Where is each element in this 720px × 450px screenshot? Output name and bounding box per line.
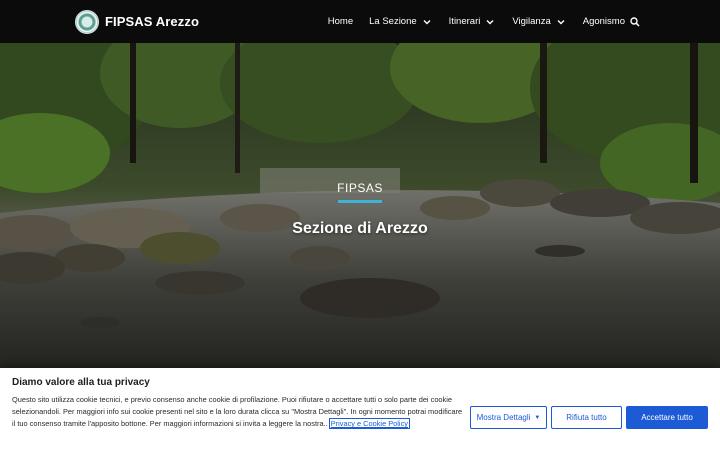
hero-banner: FIPSAS Sezione di Arezzo [0, 43, 720, 370]
nav-item-la-sezione[interactable]: La Sezione [369, 16, 433, 28]
accept-all-label[interactable]: Accettare tutto [641, 413, 693, 422]
chevron-down-icon[interactable] [484, 16, 496, 28]
hero-accent-line [338, 200, 382, 203]
brand[interactable]: FIPSAS Arezzo [75, 9, 199, 34]
accept-all-button[interactable]: Accettare tutto [626, 406, 708, 429]
refuse-all-label[interactable]: Rifiuta tutto [566, 413, 606, 422]
nav-item-agonismo[interactable]: Agonismo [583, 16, 625, 27]
chevron-down-icon[interactable] [421, 16, 433, 28]
hero-title: Sezione di Arezzo [292, 220, 428, 237]
cookie-description: Questo sito utilizza cookie tecnici, e p… [12, 394, 467, 431]
nav-label[interactable]: Home [328, 16, 353, 27]
show-details-label[interactable]: Mostra Dettagli [477, 413, 531, 422]
nav-item-vigilanza[interactable]: Vigilanza [512, 16, 566, 28]
nav-label[interactable]: Itinerari [449, 16, 481, 27]
nav-label[interactable]: Vigilanza [512, 16, 550, 27]
hero-overlay [0, 43, 720, 370]
hero-kicker: FIPSAS [337, 181, 383, 195]
site-header: FIPSAS Arezzo Home La Sezione Itinerari … [0, 0, 720, 43]
nav-label[interactable]: La Sezione [369, 16, 417, 27]
search-icon[interactable] [630, 16, 640, 27]
caret-down-icon[interactable]: ▼ [534, 415, 540, 421]
cookie-title: Diamo valore alla tua privacy [12, 377, 150, 388]
cookie-banner: Diamo valore alla tua privacy Questo sit… [0, 368, 720, 450]
refuse-all-button[interactable]: Rifiuta tutto [551, 406, 622, 429]
show-details-button[interactable]: Mostra Dettagli ▼ [470, 406, 547, 429]
fipsas-logo-icon[interactable] [75, 9, 99, 34]
nav-label[interactable]: Agonismo [583, 16, 625, 27]
privacy-policy-link[interactable]: Privacy e Cookie Policy [328, 418, 410, 430]
brand-name[interactable]: FIPSAS Arezzo [105, 14, 199, 29]
nav-item-itinerari[interactable]: Itinerari [449, 16, 497, 28]
nav-item-home[interactable]: Home [328, 16, 353, 27]
chevron-down-icon[interactable] [555, 16, 567, 28]
main-nav: Home La Sezione Itinerari Vigilanza Agon… [328, 16, 640, 28]
